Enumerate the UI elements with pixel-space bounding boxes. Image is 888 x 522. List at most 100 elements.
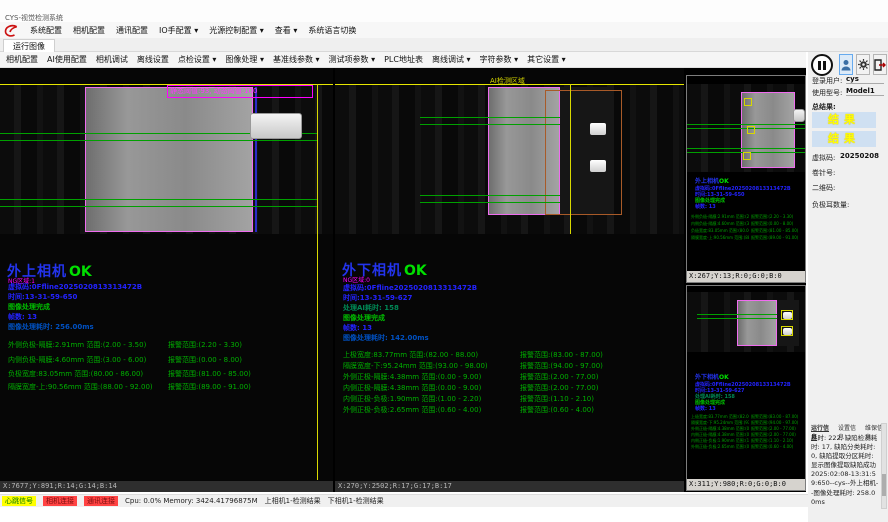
log-text: 耗时: 222, 缺陷检测耗时: 17, 缺陷分类耗时: 0, 缺陷提取分区耗时… xyxy=(811,434,879,506)
measurement-row: 内侧正极-隔膜:4.38mm 范围:(0.00 - 9.00) xyxy=(343,383,481,393)
measurement-row: 外侧正极-负极:2.65mm 范围:(0.60 - 4.00) xyxy=(343,405,481,415)
toolbar-other-settings[interactable]: 其它设置 ▾ xyxy=(527,54,566,65)
result-badge-upper: 结果 xyxy=(812,112,876,128)
toolbar-offline-setting[interactable]: 离线设置 xyxy=(137,54,169,65)
menu-item-view[interactable]: 查看 ▾ xyxy=(275,25,298,36)
coord-bar-upper: X:7677;Y:891;R:14;G:14;B:14 xyxy=(0,481,333,492)
toolbar-spot-check[interactable]: 点检设置 ▾ xyxy=(178,54,217,65)
qr-label: 二维码: xyxy=(812,183,835,193)
toolbar-test-params[interactable]: 测试项参数 ▾ xyxy=(329,54,376,65)
result-badge-lower: 结果 xyxy=(812,131,876,147)
thumbnail-panel-lower[interactable]: 外下相机OK 虚拟码:0Ffline2025020813313472B 时间:1… xyxy=(686,285,806,491)
measure-line xyxy=(420,195,560,196)
pause-icon xyxy=(823,61,826,70)
title-bar: CYS-视觉检测系统 xyxy=(0,0,888,22)
frame-count-upper: 帧数: 13 xyxy=(8,312,37,322)
alarm-range: 报警范围:(2.00 - 77.00) xyxy=(520,372,598,382)
thumb-measure: 外侧负极-隔膜:2.91mm 范围:(2.00 - 3.50) xyxy=(691,214,749,220)
menu-item-language-switch[interactable]: 系统语言切换 xyxy=(308,25,356,36)
thumb-coord-bar-upper: X:267;Y:13;R:0;G:0;B:0 xyxy=(687,271,805,282)
thumb-alarm: 报警范围:(89.00 - 91.00) xyxy=(751,235,803,241)
toolbar-camera-debug[interactable]: 相机调试 xyxy=(96,54,128,65)
login-user-value[interactable]: cys xyxy=(846,75,884,84)
measure-line xyxy=(420,124,560,125)
thumb-frames: 帧数: 13 xyxy=(695,203,801,210)
tab-count-label: 负极耳数量: xyxy=(812,200,849,210)
exit-button[interactable] xyxy=(873,54,887,75)
user-button[interactable] xyxy=(839,54,853,75)
thumb-camera-name: 外下相机 xyxy=(695,374,719,381)
thumb-measure: 外侧正极-负极:2.65mm 范围:(0.60 - 4.00) xyxy=(691,444,749,450)
menu-item-camera-config[interactable]: 相机配置 xyxy=(73,25,105,36)
lower-camera-result-link[interactable]: 下相机1-检测结果 xyxy=(328,496,384,506)
defect-marker xyxy=(747,126,755,134)
app-window: CYS-视觉检测系统 系统配置 相机配置 通讯配置 IO手配置 ▾ 光源控制配置… xyxy=(0,0,888,522)
gear-icon xyxy=(858,59,869,70)
menu-item-light-config[interactable]: 光源控制配置 ▾ xyxy=(209,25,264,36)
alarm-range: 报警范围:(2.20 - 3.30) xyxy=(168,340,242,350)
coord-bar-lower: X:270;Y:2502;R:17;G:17;B:17 xyxy=(335,481,684,492)
camera-view-upper[interactable]: 静态阈值:93, 动态阈值:100 外上相机OK NG区域:1 虚拟码:0Ffl… xyxy=(0,68,333,481)
toolbar-camera-config[interactable]: 相机配置 xyxy=(6,54,38,65)
defect-marker xyxy=(744,98,752,106)
defect-marker xyxy=(781,326,793,336)
vcode-label: 虚拟码: xyxy=(812,153,835,163)
thumb-alarm: 报警范围:(2.20 - 3.30) xyxy=(751,214,803,220)
alarm-range: 报警范围:(0.00 - 8.00) xyxy=(168,355,242,365)
camera-view-lower[interactable]: AI检测区域 外下相机OK NG区域:0 虚拟码:0Ffline20250208… xyxy=(335,68,684,481)
menu-item-system-config[interactable]: 系统配置 xyxy=(30,25,62,36)
result-ok-upper: OK xyxy=(69,264,92,280)
log-scrollbar-thumb[interactable] xyxy=(882,474,886,496)
measurement-row: 外侧负极-隔膜:2.91mm 范围:(2.00 - 3.50) xyxy=(8,340,146,350)
measurement-row: 内侧正极-负极:1.90mm 范围:(1.00 - 2.20) xyxy=(343,394,481,404)
tab-strip: 运行图像 xyxy=(0,38,888,52)
login-user-label: 登录用户: xyxy=(812,76,842,86)
menu-item-io-config[interactable]: IO手配置 ▾ xyxy=(159,25,198,36)
thumb-title-upper: 外上相机OK xyxy=(695,176,729,185)
thumb-coord-bar-lower: X:311;Y:980;R:0;G:0;B:0 xyxy=(687,479,805,490)
comm-link-badge: 通讯连接 xyxy=(84,496,118,506)
pin-label: 卷针号: xyxy=(812,168,835,178)
threshold-annotation: 静态阈值:93, 动态阈值:100 xyxy=(167,85,313,98)
menu-item-comm-config[interactable]: 通讯配置 xyxy=(116,25,148,36)
settings-button[interactable] xyxy=(856,54,870,75)
thumb-alarm: 报警范围:(0.00 - 8.00) xyxy=(751,221,803,227)
measure-line xyxy=(0,199,317,200)
frame-count-lower: 帧数: 13 xyxy=(343,323,372,333)
thumb-ok: OK xyxy=(719,178,729,185)
toolbar-offline-debug[interactable]: 离线调试 ▾ xyxy=(432,54,471,65)
log-scrollbar[interactable] xyxy=(881,423,887,509)
measurement-row: 负极宽度:83.05mm 范围:(80.00 - 86.00) xyxy=(8,369,143,379)
toolbar-ai-use-config[interactable]: AI使用配置 xyxy=(47,54,87,65)
upper-camera-result-link[interactable]: 上相机1-检测结果 xyxy=(265,496,321,506)
thumb-camera-name: 外上相机 xyxy=(695,178,719,185)
pause-button[interactable] xyxy=(811,54,833,76)
edge-line-blue xyxy=(255,87,257,232)
vcode-value: 20250208 xyxy=(840,152,879,160)
measure-line xyxy=(687,124,805,125)
time-lower: 时间:13-31-59-627 xyxy=(343,293,412,303)
app-logo-icon xyxy=(4,24,19,37)
measurement-row: 隔膜宽度-下:95.24mm 范围:(93.00 - 98.00) xyxy=(343,361,488,371)
tab-run-image[interactable]: 运行图像 xyxy=(3,39,55,52)
thumbnail-panel-upper[interactable]: 外上相机OK 虚拟码:0Ffline2025020813313472B 时间:1… xyxy=(686,75,806,283)
toolbar-plc-address[interactable]: PLC地址表 xyxy=(384,54,423,65)
model-value[interactable]: Model1 xyxy=(846,87,884,96)
cpu-memory-text: Cpu: 0.0% Memory: 3424.41796875M xyxy=(125,497,258,505)
toolbar-char-params[interactable]: 字符参数 ▾ xyxy=(480,54,519,65)
defect-marker xyxy=(743,152,751,160)
toolbar-image-process[interactable]: 图像处理 ▾ xyxy=(225,54,264,65)
virtual-code-upper: 虚拟码:0Ffline2025020813313472B xyxy=(8,282,142,292)
process-time-lower: 图像处理耗时: 142.00ms xyxy=(343,333,429,343)
measure-line xyxy=(0,140,317,141)
toolbar-baseline-params[interactable]: 基准线参数 ▾ xyxy=(273,54,320,65)
alarm-range: 报警范围:(1.10 - 2.10) xyxy=(520,394,594,404)
thumb-connector xyxy=(793,109,805,122)
measure-line xyxy=(697,318,777,319)
thumb-frames: 帧数: 13 xyxy=(695,405,801,412)
model-label: 使用型号: xyxy=(812,88,842,98)
pause-icon xyxy=(818,61,821,70)
total-result-label: 总结果: xyxy=(812,102,836,112)
toolbar: 相机配置 AI使用配置 相机调试 离线设置 点检设置 ▾ 图像处理 ▾ 基准线参… xyxy=(0,52,806,68)
right-sidebar: 登录用户: cys 使用型号: Model1 总结果: 结果 结果 虚拟码: 2… xyxy=(808,52,888,522)
